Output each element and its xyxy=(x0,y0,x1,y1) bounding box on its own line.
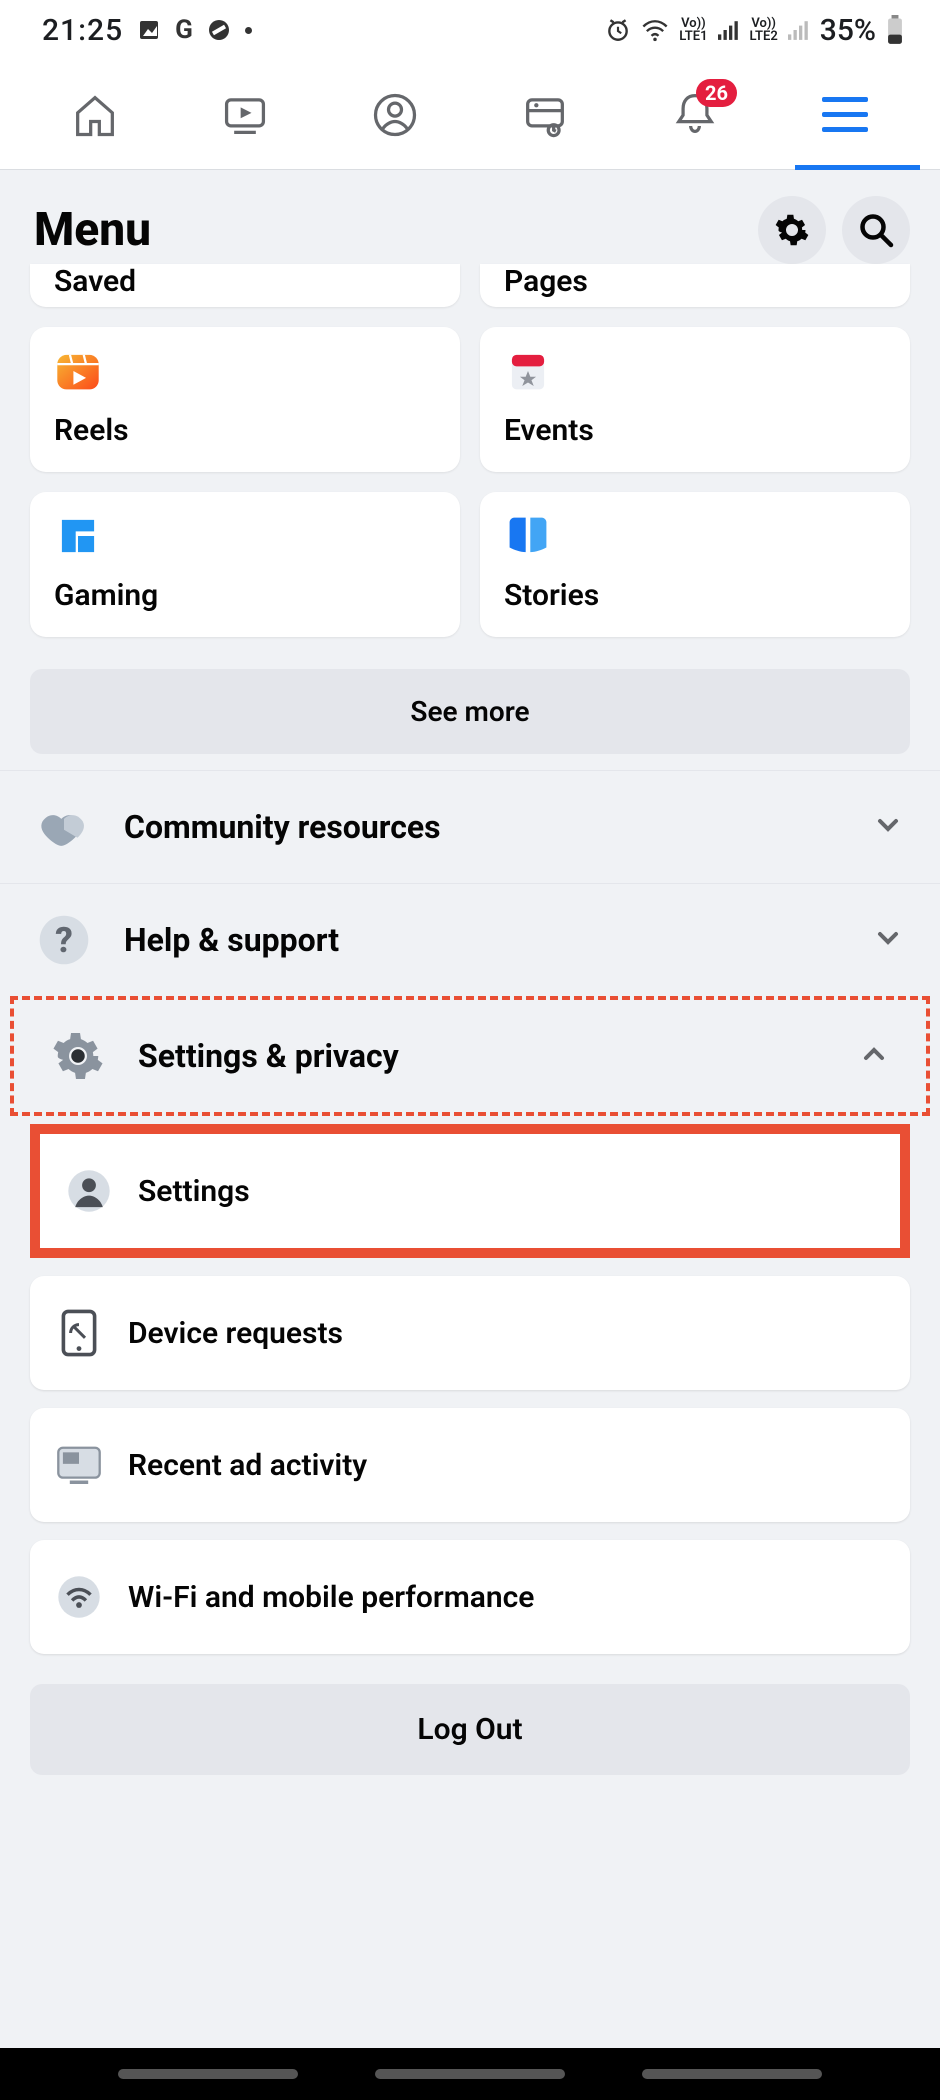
card-label: Events xyxy=(504,413,886,448)
section-settings-privacy[interactable]: Settings & privacy xyxy=(14,1000,926,1112)
chevron-up-icon xyxy=(858,1038,890,1074)
no-entry-icon xyxy=(207,18,231,42)
subitem-recent-ad[interactable]: Recent ad activity xyxy=(30,1408,910,1522)
page-title: Menu xyxy=(34,203,151,257)
svg-text:?: ? xyxy=(55,919,73,961)
handshake-icon xyxy=(36,799,92,855)
battery-percent: 35% xyxy=(820,13,876,48)
card-label: Pages xyxy=(504,264,886,299)
section-label: Community resources xyxy=(124,808,840,846)
search-button[interactable] xyxy=(842,196,910,264)
highlight-settings-privacy: Settings & privacy xyxy=(10,996,930,1116)
section-label: Help & support xyxy=(124,921,840,959)
reels-icon xyxy=(54,347,102,395)
logout-button[interactable]: Log Out xyxy=(30,1684,910,1775)
card-stories[interactable]: Stories xyxy=(480,492,910,637)
nav-pill[interactable] xyxy=(375,2069,565,2079)
card-gaming[interactable]: Gaming xyxy=(30,492,460,637)
nav-menu[interactable] xyxy=(770,60,920,169)
subitem-label: Settings xyxy=(138,1174,250,1209)
nav-profile[interactable] xyxy=(320,60,470,169)
card-label: Reels xyxy=(54,413,436,448)
image-icon xyxy=(137,18,161,42)
subitem-device-requests[interactable]: Device requests xyxy=(30,1276,910,1390)
status-time: 21:25 xyxy=(42,13,123,48)
nav-watch[interactable] xyxy=(170,60,320,169)
chevron-down-icon xyxy=(872,922,904,958)
card-label: Stories xyxy=(504,578,886,613)
menu-header: Menu xyxy=(0,170,940,264)
device-icon xyxy=(54,1308,104,1358)
settings-gear-button[interactable] xyxy=(758,196,826,264)
lte2-indicator: Vo)) LTE2 xyxy=(750,17,778,43)
nav-pill[interactable] xyxy=(118,2069,298,2079)
gaming-icon xyxy=(54,512,102,560)
profile-settings-icon xyxy=(64,1166,114,1216)
card-label: Gaming xyxy=(54,578,436,613)
hamburger-icon xyxy=(822,97,868,132)
help-icon: ? xyxy=(36,912,92,968)
card-saved[interactable]: Saved xyxy=(30,264,460,307)
see-more-button[interactable]: See more xyxy=(30,669,910,754)
highlight-settings-item: Settings xyxy=(30,1124,910,1258)
stories-icon xyxy=(504,512,552,560)
status-bar: 21:25 G Vo)) LTE1 Vo)) LTE2 35% xyxy=(0,0,940,60)
nav-marketplace[interactable] xyxy=(470,60,620,169)
subitem-label: Recent ad activity xyxy=(128,1448,367,1483)
notification-badge: 26 xyxy=(696,79,737,107)
android-nav-bar xyxy=(0,2048,940,2100)
battery-icon xyxy=(886,15,904,45)
section-community[interactable]: Community resources xyxy=(0,770,940,883)
alarm-icon xyxy=(605,17,631,43)
chevron-down-icon xyxy=(872,809,904,845)
ad-activity-icon xyxy=(54,1440,104,1490)
wifi-perf-icon xyxy=(54,1572,104,1622)
subitem-label: Device requests xyxy=(128,1316,343,1351)
card-pages[interactable]: Pages xyxy=(480,264,910,307)
section-label: Settings & privacy xyxy=(138,1037,826,1075)
wifi-icon xyxy=(641,18,669,42)
section-help[interactable]: ? Help & support xyxy=(0,883,940,996)
subitem-settings[interactable]: Settings xyxy=(40,1134,900,1248)
subitem-wifi-performance[interactable]: Wi-Fi and mobile performance xyxy=(30,1540,910,1654)
search-icon xyxy=(858,212,894,248)
events-icon xyxy=(504,347,552,395)
logout-label: Log Out xyxy=(417,1712,522,1747)
nav-home[interactable] xyxy=(20,60,170,169)
subitem-label: Wi-Fi and mobile performance xyxy=(128,1580,534,1615)
nav-pill[interactable] xyxy=(642,2069,822,2079)
status-dot-icon xyxy=(245,27,252,34)
card-events[interactable]: Events xyxy=(480,327,910,472)
see-more-label: See more xyxy=(410,695,529,728)
lte1-indicator: Vo)) LTE1 xyxy=(679,17,707,43)
card-reels[interactable]: Reels xyxy=(30,327,460,472)
gear-icon xyxy=(774,212,810,248)
signal1-icon xyxy=(718,20,740,40)
card-label: Saved xyxy=(54,264,436,299)
google-icon: G xyxy=(175,15,193,45)
nav-notifications[interactable]: 26 xyxy=(620,60,770,169)
top-nav: 26 xyxy=(0,60,940,170)
shortcut-grid: Saved Pages Reels Events Gaming xyxy=(0,264,940,754)
signal2-icon xyxy=(788,20,810,40)
gear-icon xyxy=(50,1028,106,1084)
